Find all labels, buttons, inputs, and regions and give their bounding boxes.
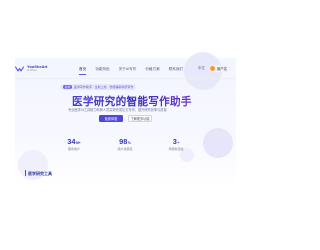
stat-unit: + xyxy=(177,141,180,145)
nav-links: 首页 功能特色 关于AI写作 价格方案 联系我们 xyxy=(79,67,192,75)
stat-label: 用户满意度 xyxy=(117,147,133,152)
announcement-text: 医学写作助手 · 全新上线 · 智能辅助科研写作 xyxy=(74,85,134,89)
user-menu[interactable]: 用户名 xyxy=(208,65,230,72)
stat-satisfaction: 98% 用户满意度 xyxy=(107,137,143,152)
announcement-pill[interactable]: 最新 医学写作助手 · 全新上线 · 智能辅助科研写作 xyxy=(60,84,137,90)
nav-divider xyxy=(15,78,236,79)
nav-item-pricing[interactable]: 价格方案 xyxy=(145,67,159,72)
hero-description: 专业医学AI工具助力科研人员高效完成论文写作，提升研究效率与质量 xyxy=(68,108,167,112)
nav-item-contact[interactable]: 联系我们 xyxy=(169,67,183,72)
announcement-tag: 最新 xyxy=(63,84,73,90)
nav-item-features[interactable]: 功能特色 xyxy=(95,67,109,72)
section-title: 医学研究工具 xyxy=(28,171,52,176)
brand-logo[interactable]: YouSheArt AI Writer xyxy=(15,65,47,73)
stat-users: 34M+ 服务用户 xyxy=(56,137,92,152)
stat-unit: M+ xyxy=(75,141,81,145)
free-trial-button[interactable]: 免费体验 xyxy=(99,115,123,122)
decorative-circle xyxy=(203,128,233,158)
user-name: 用户名 xyxy=(216,67,227,71)
learn-more-button[interactable]: 了解更多功能 xyxy=(128,115,152,122)
nav-right: 中文 用户名 xyxy=(198,65,230,72)
stat-unit: % xyxy=(127,141,131,145)
stat-value: 34M+ xyxy=(67,137,81,146)
stat-label: 年服务经验 xyxy=(168,147,184,152)
logo-icon xyxy=(15,66,24,72)
top-navbar: YouSheArt AI Writer 首页 功能特色 关于AI写作 价格方案 … xyxy=(15,63,236,77)
section-accent-bar xyxy=(25,170,26,176)
nav-item-home[interactable]: 首页 xyxy=(79,67,87,75)
stat-value: 98% xyxy=(119,137,131,146)
language-switcher[interactable]: 中文 xyxy=(198,66,205,71)
nav-item-about-ai[interactable]: 关于AI写作 xyxy=(119,67,137,72)
page: YouSheArt AI Writer 首页 功能特色 关于AI写作 价格方案 … xyxy=(0,0,250,250)
stat-label: 服务用户 xyxy=(67,147,80,152)
stat-experience: 3+ 年服务经验 xyxy=(158,137,194,152)
brand-subtitle: AI Writer xyxy=(27,69,37,72)
avatar xyxy=(209,66,215,71)
stat-value: 3+ xyxy=(172,137,180,146)
